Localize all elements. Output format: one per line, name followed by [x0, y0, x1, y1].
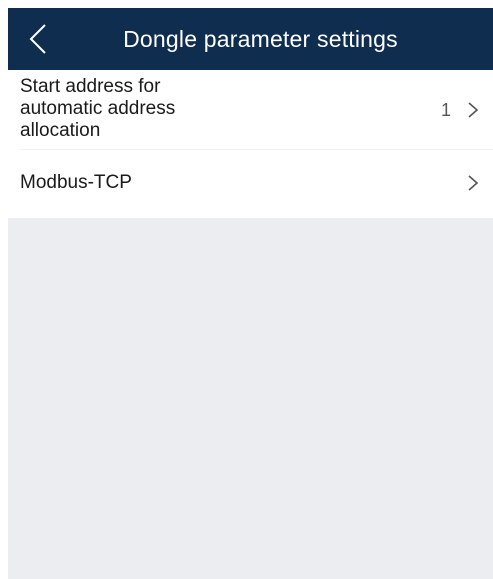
setting-modbus-tcp-label: Modbus-TCP	[20, 172, 132, 193]
page-title: Dongle parameter settings	[123, 26, 398, 52]
app-screen: Dongle parameter settings Start address …	[8, 8, 493, 579]
chevron-right-icon	[468, 175, 479, 191]
back-button[interactable]	[18, 18, 58, 60]
setting-start-address[interactable]: Start address for automatic address allo…	[8, 70, 493, 150]
settings-list: Start address for automatic address allo…	[8, 70, 493, 218]
setting-modbus-tcp[interactable]: Modbus-TCP	[8, 150, 493, 218]
setting-start-address-value: 1	[440, 100, 451, 120]
setting-start-address-label: Start address for automatic address allo…	[20, 76, 176, 141]
chevron-right-icon	[468, 102, 479, 118]
chevron-left-icon	[29, 24, 46, 54]
header-bar: Dongle parameter settings	[8, 8, 493, 70]
